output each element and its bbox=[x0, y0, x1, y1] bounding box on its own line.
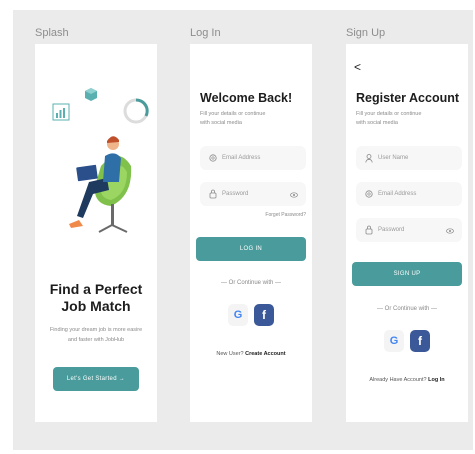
google-login-button[interactable]: G bbox=[228, 304, 248, 326]
mail-icon bbox=[206, 154, 220, 162]
splash-screen: Find a Perfect Job Match Finding your dr… bbox=[35, 44, 157, 422]
splash-subtitle-line2: and faster with JobHub bbox=[67, 337, 125, 343]
login-button[interactable]: LOG IN bbox=[196, 237, 306, 261]
signup-subtitle-line2: with social media bbox=[356, 120, 398, 126]
login-footer-text: New User? bbox=[216, 351, 244, 357]
login-or-divider: — Or Continue with — bbox=[220, 280, 282, 286]
facebook-icon: f bbox=[262, 308, 266, 322]
forgot-password-link[interactable]: Forget Password? bbox=[265, 212, 306, 218]
google-icon: G bbox=[389, 335, 399, 347]
login-heading: Welcome Back! bbox=[200, 91, 293, 105]
splash-title-line2: Job Match bbox=[61, 298, 131, 314]
login-password-field[interactable]: Password bbox=[200, 182, 306, 206]
login-footer: New User? Create Account bbox=[190, 351, 312, 357]
signup-subtitle-line1: Fill your details or continue bbox=[356, 111, 422, 117]
mail-icon bbox=[362, 190, 376, 198]
user-icon bbox=[362, 153, 376, 163]
signup-username-field[interactable]: User Name bbox=[356, 146, 462, 170]
create-account-link[interactable]: Create Account bbox=[245, 351, 285, 357]
signup-heading: Register Account bbox=[356, 91, 460, 105]
login-screen: Welcome Back! Fill your details or conti… bbox=[190, 44, 312, 422]
signup-password-field[interactable]: Password bbox=[356, 218, 462, 242]
back-arrow-icon[interactable]: < bbox=[354, 60, 361, 74]
login-subtitle: Fill your details or continue with socia… bbox=[200, 110, 300, 128]
lock-icon bbox=[206, 189, 220, 199]
eye-icon[interactable] bbox=[446, 221, 456, 239]
cube-icon bbox=[85, 88, 97, 101]
facebook-icon: f bbox=[418, 334, 422, 348]
eye-icon[interactable] bbox=[290, 185, 300, 203]
splash-title: Find a Perfect Job Match bbox=[35, 281, 157, 315]
login-subtitle-line1: Fill your details or continue bbox=[200, 111, 266, 117]
get-started-button[interactable]: Let's Get Started → bbox=[53, 367, 139, 391]
splash-subtitle-line1: Finding your dream job is more easire bbox=[49, 327, 143, 333]
login-subtitle-line2: with social media bbox=[200, 120, 242, 126]
signup-email-placeholder: Email Address bbox=[378, 191, 417, 197]
login-link[interactable]: Log In bbox=[428, 377, 445, 383]
google-signup-button[interactable]: G bbox=[384, 330, 404, 352]
google-icon: G bbox=[233, 309, 243, 321]
signup-username-placeholder: User Name bbox=[378, 155, 409, 161]
splash-subtitle: Finding your dream job is more easire an… bbox=[35, 325, 157, 345]
splash-title-line1: Find a Perfect bbox=[49, 281, 143, 297]
signup-email-field[interactable]: Email Address bbox=[356, 182, 462, 206]
signup-button[interactable]: SIGN UP bbox=[352, 262, 462, 286]
job-search-illustration bbox=[52, 88, 149, 233]
signup-screen: < Register Account Fill your details or … bbox=[346, 44, 468, 422]
login-email-field[interactable]: Email Address bbox=[200, 146, 306, 170]
signup-footer: Already Have Account? Log In bbox=[346, 377, 468, 383]
signup-or-divider: — Or Continue with — bbox=[376, 306, 438, 312]
lock-icon bbox=[362, 225, 376, 235]
signup-password-placeholder: Password bbox=[378, 227, 405, 233]
frame-title-signup: Sign Up bbox=[346, 27, 386, 39]
signup-footer-text: Already Have Account? bbox=[369, 377, 427, 383]
progress-ring-icon bbox=[123, 98, 149, 124]
facebook-signup-button[interactable]: f bbox=[410, 330, 430, 352]
login-email-placeholder: Email Address bbox=[222, 155, 261, 161]
frame-title-login: Log In bbox=[190, 27, 221, 39]
signup-subtitle: Fill your details or continue with socia… bbox=[356, 110, 456, 128]
login-password-placeholder: Password bbox=[222, 191, 249, 197]
chart-icon bbox=[52, 103, 70, 121]
facebook-login-button[interactable]: f bbox=[254, 304, 274, 326]
frame-title-splash: Splash bbox=[35, 27, 69, 39]
